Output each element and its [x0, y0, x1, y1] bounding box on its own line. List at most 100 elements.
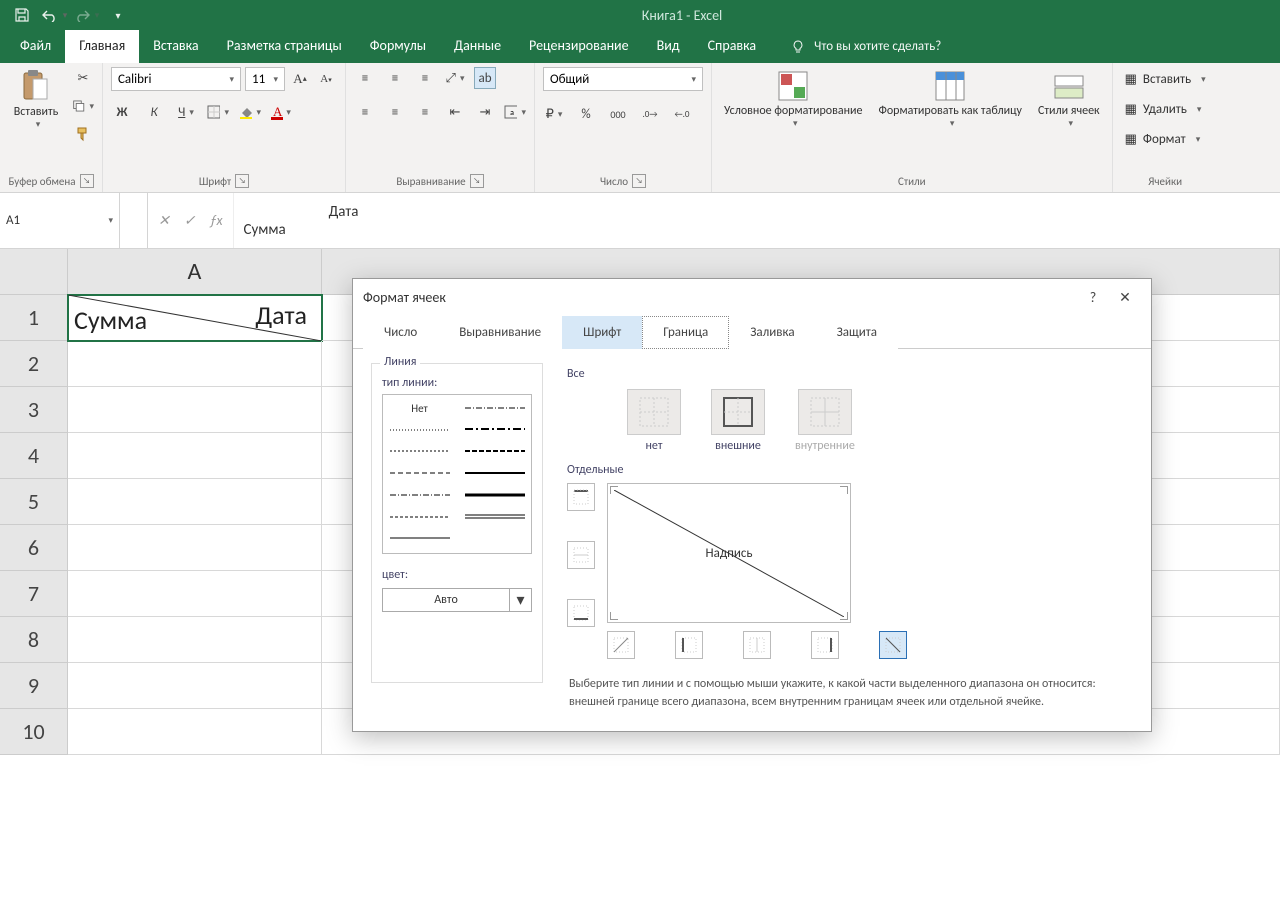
cell[interactable]: [68, 433, 322, 479]
enter-formula-icon[interactable]: ✓: [184, 212, 196, 229]
line-style-option[interactable]: [462, 421, 527, 439]
dlg-tab-protection[interactable]: Защита: [816, 316, 898, 349]
italic-button[interactable]: К: [143, 101, 165, 123]
cell[interactable]: [68, 387, 322, 433]
font-name-combo[interactable]: Calibri▾: [111, 67, 241, 91]
name-box[interactable]: A1▾: [0, 193, 120, 248]
line-style-picker[interactable]: Нет: [382, 394, 532, 554]
border-bottom-button[interactable]: [567, 599, 595, 627]
tab-review[interactable]: Рецензирование: [515, 30, 643, 63]
line-style-option[interactable]: [387, 464, 452, 482]
increase-font-icon[interactable]: A▴: [289, 68, 311, 90]
dlg-tab-alignment[interactable]: Выравнивание: [438, 316, 562, 349]
thousands-icon[interactable]: 000: [607, 103, 629, 125]
border-diag-up-button[interactable]: [607, 631, 635, 659]
row-header[interactable]: 4: [0, 433, 68, 479]
line-style-option[interactable]: [387, 529, 452, 547]
align-top-icon[interactable]: ≡: [354, 67, 376, 89]
cell[interactable]: [68, 525, 322, 571]
row-header[interactable]: 2: [0, 341, 68, 387]
number-launcher[interactable]: ↘: [632, 174, 646, 188]
cell[interactable]: [68, 571, 322, 617]
bold-button[interactable]: Ж: [111, 101, 133, 123]
dialog-close-button[interactable]: ✕: [1109, 283, 1141, 311]
clipboard-launcher[interactable]: ↘: [80, 174, 94, 188]
column-header-A[interactable]: A: [68, 249, 322, 295]
tab-view[interactable]: Вид: [643, 30, 694, 63]
copy-icon[interactable]: ▾: [72, 95, 94, 117]
currency-icon[interactable]: ₽▾: [543, 103, 565, 125]
paste-button[interactable]: Вставить▾: [8, 67, 64, 132]
row-header[interactable]: 6: [0, 525, 68, 571]
format-as-table-button[interactable]: Форматировать как таблицу▾: [874, 67, 1025, 131]
cell[interactable]: [68, 341, 322, 387]
align-launcher[interactable]: ↘: [470, 174, 484, 188]
cell[interactable]: [68, 617, 322, 663]
cancel-formula-icon[interactable]: ✕: [158, 212, 170, 229]
wrap-text-icon[interactable]: ab: [474, 67, 496, 89]
line-style-none[interactable]: Нет: [387, 399, 452, 417]
border-right-button[interactable]: [811, 631, 839, 659]
row-header[interactable]: 10: [0, 709, 68, 755]
row-header[interactable]: 9: [0, 663, 68, 709]
format-painter-icon[interactable]: [72, 123, 94, 145]
cell[interactable]: [68, 479, 322, 525]
line-style-option[interactable]: [462, 442, 527, 460]
number-format-combo[interactable]: Общий▾: [543, 67, 703, 91]
tab-pagelayout[interactable]: Разметка страницы: [213, 30, 356, 63]
orientation-icon[interactable]: ⤢▾: [444, 67, 466, 89]
row-header[interactable]: 3: [0, 387, 68, 433]
line-style-option[interactable]: [462, 399, 527, 417]
dialog-help-button[interactable]: ?: [1077, 283, 1109, 311]
border-middle-v-button[interactable]: [743, 631, 771, 659]
percent-icon[interactable]: %: [575, 103, 597, 125]
dlg-tab-font[interactable]: Шрифт: [562, 316, 642, 349]
cell-styles-button[interactable]: Стили ячеек▾: [1034, 67, 1104, 131]
insert-cells-button[interactable]: ▦Вставить▾: [1121, 67, 1210, 91]
tab-insert[interactable]: Вставка: [139, 30, 212, 63]
cut-icon[interactable]: ✂: [72, 67, 94, 89]
tab-formulas[interactable]: Формулы: [356, 30, 440, 63]
chevron-down-icon[interactable]: ▾: [510, 588, 532, 612]
fill-color-button[interactable]: ▾: [239, 101, 261, 123]
row-header-1[interactable]: 1: [0, 295, 68, 341]
line-style-option[interactable]: [462, 486, 527, 504]
conditional-format-button[interactable]: Условное форматирование▾: [720, 67, 866, 131]
decrease-decimal-icon[interactable]: ←.0: [671, 103, 693, 125]
border-diag-down-button[interactable]: [879, 631, 907, 659]
increase-indent-icon[interactable]: ⇥: [474, 101, 496, 123]
save-icon[interactable]: [8, 3, 36, 27]
font-size-combo[interactable]: 11▾: [245, 67, 285, 91]
formula-input[interactable]: Дата Сумма: [234, 193, 1280, 248]
align-center-icon[interactable]: ≡: [384, 101, 406, 123]
borders-button[interactable]: ▾: [207, 101, 229, 123]
select-all-corner[interactable]: [0, 249, 68, 295]
qat-customize-icon[interactable]: ▾: [104, 3, 132, 27]
row-header[interactable]: 5: [0, 479, 68, 525]
line-style-option[interactable]: [387, 486, 452, 504]
dlg-tab-number[interactable]: Число: [363, 316, 438, 349]
decrease-indent-icon[interactable]: ⇤: [444, 101, 466, 123]
border-left-button[interactable]: [675, 631, 703, 659]
border-middle-h-button[interactable]: [567, 541, 595, 569]
font-launcher[interactable]: ↘: [235, 174, 249, 188]
preset-none-button[interactable]: нет: [627, 389, 681, 453]
align-left-icon[interactable]: ≡: [354, 101, 376, 123]
increase-decimal-icon[interactable]: .0→: [639, 103, 661, 125]
cell[interactable]: [68, 663, 322, 709]
border-top-button[interactable]: [567, 483, 595, 511]
tab-help[interactable]: Справка: [694, 30, 771, 63]
line-style-option[interactable]: [387, 508, 452, 526]
align-middle-icon[interactable]: ≡: [384, 67, 406, 89]
line-style-option[interactable]: [387, 421, 452, 439]
font-color-button[interactable]: А▾: [271, 101, 293, 123]
tab-data[interactable]: Данные: [440, 30, 515, 63]
underline-button[interactable]: Ч▾: [175, 101, 197, 123]
merge-center-icon[interactable]: a▾: [504, 101, 526, 123]
tell-me-search[interactable]: Что вы хотите сделать?: [790, 30, 941, 63]
dlg-tab-border[interactable]: Граница: [642, 316, 729, 349]
tab-file[interactable]: Файл: [6, 30, 65, 63]
format-cells-button[interactable]: ▦Формат▾: [1121, 127, 1205, 151]
row-header[interactable]: 8: [0, 617, 68, 663]
row-header[interactable]: 7: [0, 571, 68, 617]
